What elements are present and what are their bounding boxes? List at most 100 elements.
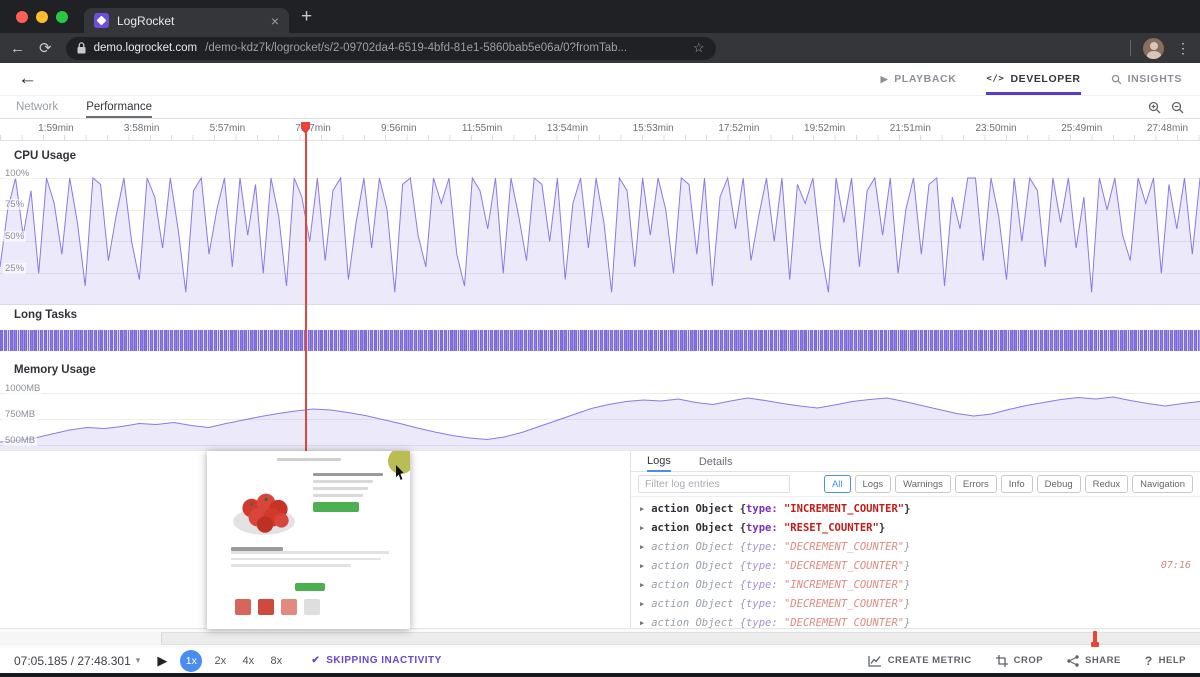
insights-search-icon xyxy=(1111,74,1121,84)
timeline-tick[interactable]: 21:51min xyxy=(857,119,943,140)
window-close-button[interactable] xyxy=(16,10,28,23)
tab-performance[interactable]: Performance xyxy=(86,101,152,118)
timeline-tick[interactable]: 17:52min xyxy=(686,119,772,140)
speed-button-2x[interactable]: 2x xyxy=(210,655,230,667)
tab-network[interactable]: Network xyxy=(16,101,58,118)
log-suffix: } xyxy=(904,616,911,629)
preview-add-to-cart-button xyxy=(313,502,359,512)
tab-details[interactable]: Details xyxy=(699,456,733,471)
log-row[interactable]: ▶ action Object {type: "DECREMENT_COUNTER… xyxy=(631,613,1200,629)
timeline-tick[interactable]: 1:59min xyxy=(0,119,86,140)
timeline-tick[interactable]: 19:52min xyxy=(771,119,857,140)
cpu-ytick-75: 75% xyxy=(3,199,27,210)
create-metric-button[interactable]: CREATE METRIC xyxy=(868,655,972,667)
log-prefix: action Object { xyxy=(651,502,747,515)
share-button[interactable]: SHARE xyxy=(1067,654,1121,667)
log-filter-errors[interactable]: Errors xyxy=(954,475,997,493)
log-filter-logs[interactable]: Logs xyxy=(854,475,892,493)
window-zoom-button[interactable] xyxy=(56,10,68,23)
log-suffix: } xyxy=(904,502,911,515)
zoom-in-icon[interactable] xyxy=(1148,101,1161,114)
profile-avatar[interactable] xyxy=(1143,37,1164,59)
address-bar[interactable]: demo.logrocket.com /demo-kdz7k/logrocket… xyxy=(65,36,716,60)
expand-icon[interactable]: ▶ xyxy=(640,619,644,627)
expand-icon[interactable]: ▶ xyxy=(640,562,644,570)
play-button[interactable]: ▶ xyxy=(157,653,167,669)
window-minimize-button[interactable] xyxy=(36,10,48,23)
log-row[interactable]: ▶ action Object {type: "INCREMENT_COUNTER… xyxy=(631,499,1200,518)
log-row[interactable]: ▶ action Object {type: "RESET_COUNTER"} xyxy=(631,518,1200,537)
check-icon: ✔ xyxy=(311,655,321,666)
timeline-scrubber[interactable] xyxy=(0,628,1200,648)
log-filter-navigation[interactable]: Navigation xyxy=(1132,475,1193,493)
help-button[interactable]: ? HELP xyxy=(1145,654,1186,668)
tab-close-icon[interactable]: × xyxy=(271,14,279,28)
log-text: action Object {type: "INCREMENT_COUNTER"… xyxy=(651,579,910,591)
timeline-zoom-controls xyxy=(1148,101,1184,118)
log-filter-all[interactable]: All xyxy=(823,475,851,493)
nav-developer[interactable]: </> DEVELOPER xyxy=(986,63,1080,95)
time-display[interactable]: 07:05.185 / 27:48.301 ▾ xyxy=(14,654,140,668)
speed-button-8x[interactable]: 8x xyxy=(266,655,286,667)
log-row[interactable]: ▶ action Object {type: "DECREMENT_COUNTER… xyxy=(631,594,1200,613)
log-filter-input[interactable] xyxy=(638,475,790,493)
log-filter-debug[interactable]: Debug xyxy=(1036,475,1081,493)
browser-back-icon[interactable]: ← xyxy=(10,41,25,56)
session-preview[interactable] xyxy=(207,451,410,629)
long-tasks-strip[interactable] xyxy=(0,330,1200,351)
expand-icon[interactable]: ▶ xyxy=(640,600,644,608)
nav-insights[interactable]: INSIGHTS xyxy=(1111,63,1182,95)
browser-tab[interactable]: LogRocket × xyxy=(84,8,289,33)
expand-icon[interactable]: ▶ xyxy=(640,505,644,513)
speed-button-1x[interactable]: 1x xyxy=(180,649,203,672)
memory-usage-title: Memory Usage xyxy=(14,364,96,376)
cpu-usage-chart[interactable] xyxy=(0,167,1200,305)
log-filter-info[interactable]: Info xyxy=(1000,475,1033,493)
nav-insights-label: INSIGHTS xyxy=(1127,73,1182,85)
timeline-tick[interactable]: 13:54min xyxy=(514,119,600,140)
timeline-tick[interactable]: 5:57min xyxy=(171,119,257,140)
expand-icon[interactable]: ▶ xyxy=(640,581,644,589)
help-label: HELP xyxy=(1158,655,1186,666)
log-filter-warnings[interactable]: Warnings xyxy=(895,475,951,493)
skipping-inactivity-toggle[interactable]: ✔ SKIPPING INACTIVITY xyxy=(311,655,442,666)
reload-icon[interactable]: ⟳ xyxy=(39,41,52,56)
log-prefix: action Object { xyxy=(651,559,747,572)
log-prefix: action Object { xyxy=(651,521,747,534)
bookmark-star-icon[interactable]: ☆ xyxy=(693,40,705,56)
timeline-tick[interactable]: 11:55min xyxy=(429,119,515,140)
browser-menu-icon[interactable]: ⋮ xyxy=(1176,40,1190,57)
log-text: action Object {type: "DECREMENT_COUNTER"… xyxy=(651,560,910,572)
speed-button-4x[interactable]: 4x xyxy=(238,655,258,667)
mem-ytick-1000: 1000MB xyxy=(3,383,43,394)
timeline-tick[interactable]: 7:57min xyxy=(257,119,343,140)
timeline-tick[interactable]: 3:58min xyxy=(86,119,172,140)
timeline-tick[interactable]: 27:48min xyxy=(1114,119,1200,140)
scrubber-handle[interactable] xyxy=(1091,631,1099,647)
nav-playback[interactable]: ▶ PLAYBACK xyxy=(881,63,957,95)
memory-usage-chart[interactable] xyxy=(0,385,1200,450)
playhead-line[interactable] xyxy=(305,124,307,451)
timeline-tick[interactable]: 25:49min xyxy=(1029,119,1115,140)
zoom-out-icon[interactable] xyxy=(1171,101,1184,114)
tab-logs[interactable]: Logs xyxy=(647,455,671,472)
log-filter-redux[interactable]: Redux xyxy=(1084,475,1129,493)
log-row[interactable]: ▶ action Object {type: "DECREMENT_COUNTER… xyxy=(631,556,1200,575)
app-back-button[interactable]: ← xyxy=(18,68,37,90)
new-tab-button[interactable]: + xyxy=(301,6,312,28)
playback-controls: 07:05.185 / 27:48.301 ▾ ▶ 1x 2x 4x 8x ✔ SKI… xyxy=(0,648,1200,673)
scrubber-track[interactable] xyxy=(0,632,1200,645)
preview-header-text xyxy=(277,458,341,461)
log-row[interactable]: ▶ action Object {type: "DECREMENT_COUNTER… xyxy=(631,537,1200,556)
expand-icon[interactable]: ▶ xyxy=(640,543,644,551)
log-row[interactable]: ▶ action Object {type: "INCREMENT_COUNTER… xyxy=(631,575,1200,594)
log-suffix: } xyxy=(878,521,886,534)
log-key: type: xyxy=(746,540,784,553)
timeline-tick[interactable]: 9:56min xyxy=(343,119,429,140)
log-suffix: } xyxy=(904,559,911,572)
timeline-tick[interactable]: 23:50min xyxy=(943,119,1029,140)
timeline-ruler[interactable]: 1:59min 3:58min 5:57min 7:57min 9:56min 11:55… xyxy=(0,119,1200,141)
timeline-tick[interactable]: 15:53min xyxy=(600,119,686,140)
crop-button[interactable]: CROP xyxy=(995,654,1043,667)
expand-icon[interactable]: ▶ xyxy=(640,524,644,532)
